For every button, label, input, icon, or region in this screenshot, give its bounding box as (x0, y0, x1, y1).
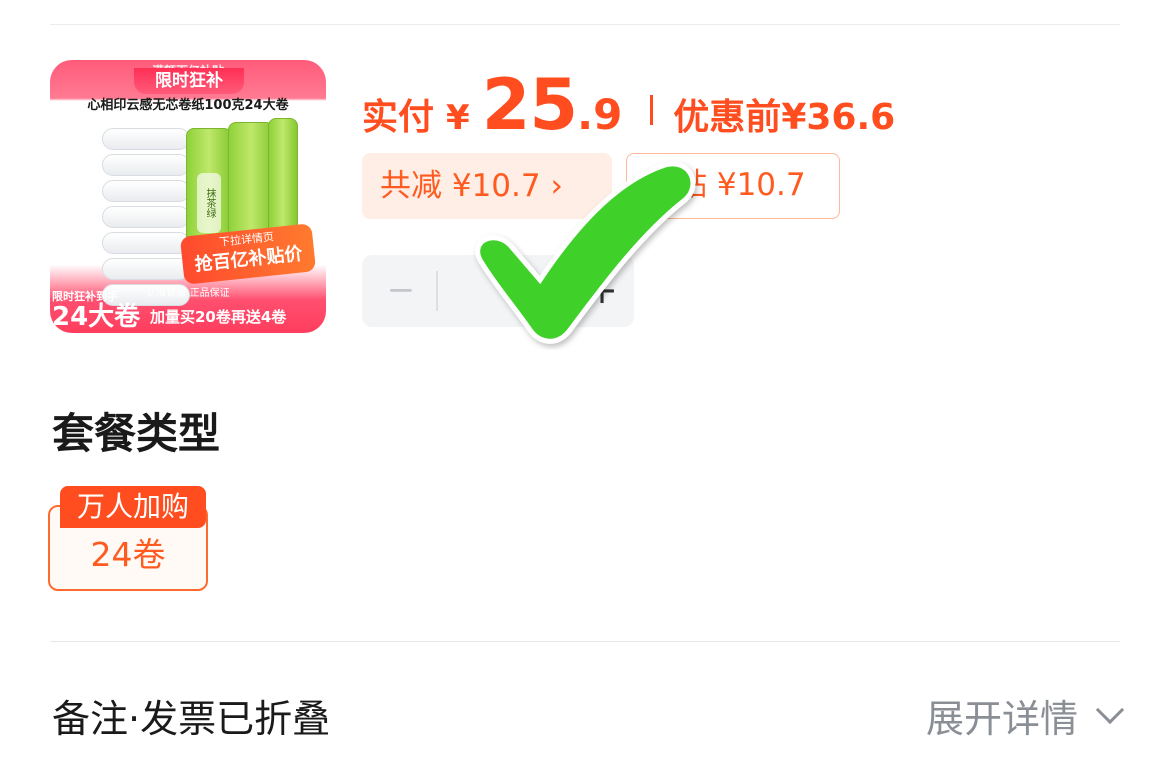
product-thumbnail[interactable]: 满额百亿补贴 限时狂补 心相印云感无芯卷纸100克24大卷 抹茶绿 下拉详情页 … (50, 60, 326, 333)
top-divider (50, 24, 1120, 25)
thumb-product-title: 心相印云感无芯卷纸100克24大卷 (87, 98, 289, 113)
chevron-down-icon (1095, 695, 1125, 724)
price-before-value: ¥36.6 (781, 97, 896, 138)
expand-details-button[interactable]: 展开详情 (925, 688, 1125, 743)
currency-symbol: ¥ (446, 98, 470, 138)
popular-badge: 万人加购 (60, 486, 206, 528)
price-separator (650, 95, 654, 125)
thumb-big-count: 24大卷 (52, 302, 141, 332)
section-divider (50, 641, 1120, 642)
notes-invoice-label: 备注·发票已折叠 (52, 697, 331, 741)
stepper-divider (436, 271, 438, 311)
pack-label: 抹茶绿 (197, 173, 221, 233)
thumb-bottom-offer: 加量买20卷再送4卷 (150, 308, 287, 326)
thumb-limited-badge: 限时狂补 (134, 68, 244, 94)
package-option-label: 24卷 (90, 535, 166, 574)
price-decimal: .9 (577, 90, 623, 139)
expand-details-label: 展开详情 (925, 697, 1078, 741)
green-checkmark-icon (475, 161, 696, 344)
actual-pay-label: 实付 (362, 97, 435, 138)
price-before-label: 优惠前 (673, 97, 782, 138)
decrease-button[interactable]: − (386, 255, 416, 327)
price-integer: 25 (481, 64, 578, 146)
package-type-title: 套餐类型 (52, 409, 221, 458)
price-row: 实付 ¥ 25 .9 优惠前 ¥36.6 (362, 64, 896, 146)
